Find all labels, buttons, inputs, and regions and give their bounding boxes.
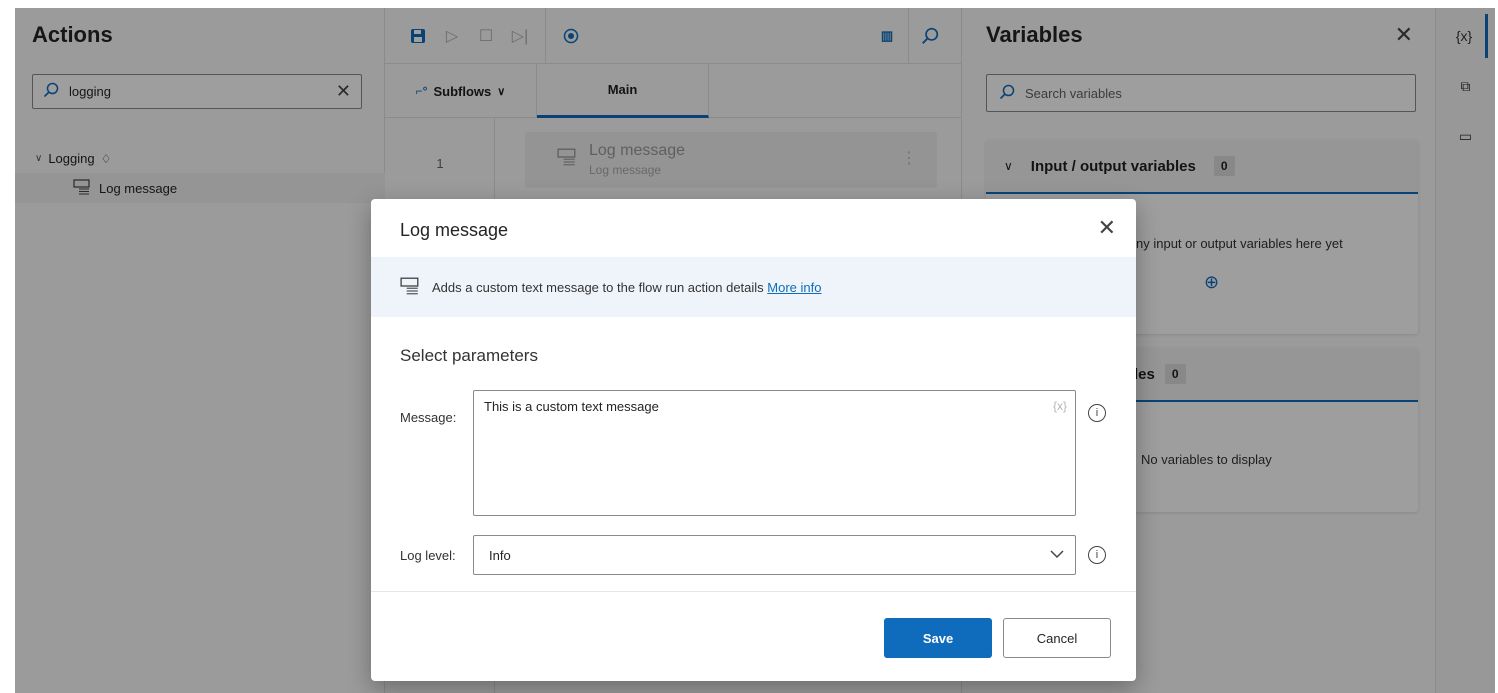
close-icon[interactable]: ✕ <box>1098 215 1116 241</box>
message-field[interactable]: This is a custom text message {x} <box>473 390 1076 516</box>
log-message-icon <box>400 277 420 298</box>
log-message-dialog: Log message ✕ Adds a custom text message… <box>371 199 1136 681</box>
info-icon[interactable]: i <box>1088 546 1106 564</box>
section-title: Select parameters <box>400 346 538 365</box>
log-level-label: Log level: <box>400 548 456 563</box>
dialog-description: Adds a custom text message to the flow r… <box>371 257 1136 317</box>
dialog-divider <box>371 591 1136 592</box>
message-value: This is a custom text message <box>484 399 659 414</box>
description-text: Adds a custom text message to the flow r… <box>432 279 764 295</box>
more-info-link[interactable]: More info <box>767 280 821 295</box>
log-level-value: Info <box>489 547 511 563</box>
variable-picker-icon[interactable]: {x} <box>1053 399 1067 413</box>
save-button[interactable]: Save <box>884 618 992 658</box>
dialog-title: Log message <box>400 220 509 240</box>
chevron-down-icon <box>1049 546 1065 565</box>
cancel-button[interactable]: Cancel <box>1003 618 1111 658</box>
info-icon[interactable]: i <box>1088 404 1106 422</box>
log-level-select[interactable]: Info <box>473 535 1076 575</box>
message-label: Message: <box>400 410 457 425</box>
